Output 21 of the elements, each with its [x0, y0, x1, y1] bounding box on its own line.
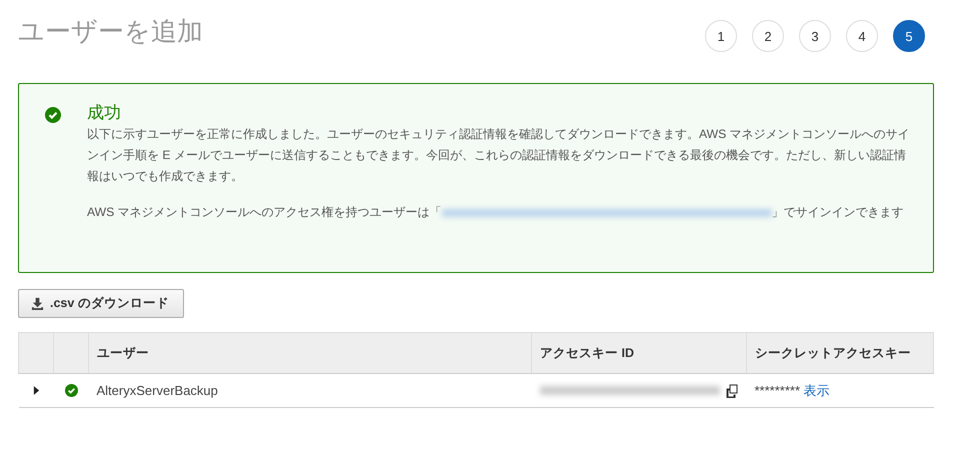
step-indicator: 3 — [799, 20, 831, 52]
step-indicator: 1 — [705, 20, 737, 52]
download-icon — [31, 297, 44, 310]
step-indicator: 5 — [893, 20, 925, 52]
show-link[interactable]: 表示 — [804, 382, 830, 398]
column-header: アクセスキー ID — [532, 332, 746, 374]
signin-message: AWS マネジメントコンソールへのアクセス権を持つユーザーは「 」でサインインできます — [87, 204, 905, 221]
alert-heading: 成功 — [87, 102, 122, 124]
copy-icon[interactable] — [724, 384, 738, 398]
page-title: ユーザーを追加 — [18, 15, 203, 48]
alert-message: 以下に示すユーザーを正常に作成しました。ユーザーのセキュリティ認証情報を確認してダウンロードできます。AWS マネジメントコンソールへのサインイン手順を E メールでユーザーに送信することもできます。今回が、これらの認証情報をダウンロードできる最後の機会です。ただし、新しい認証情報はいつでも作成できます。 — [87, 126, 911, 185]
expand-caret-icon[interactable] — [32, 386, 40, 395]
table-header-cell — [18, 332, 54, 374]
download-csv-button[interactable]: .csv のダウンロード — [18, 289, 184, 318]
column-header: ユーザー — [88, 332, 532, 374]
table-header-cell — [54, 332, 88, 374]
user-name: AlteryxServerBackup — [96, 383, 218, 398]
masked-secret: ********* — [754, 382, 800, 398]
step-indicator: 4 — [846, 20, 878, 52]
column-header: シークレットアクセスキー — [746, 332, 934, 374]
step-indicator: 2 — [752, 20, 784, 52]
